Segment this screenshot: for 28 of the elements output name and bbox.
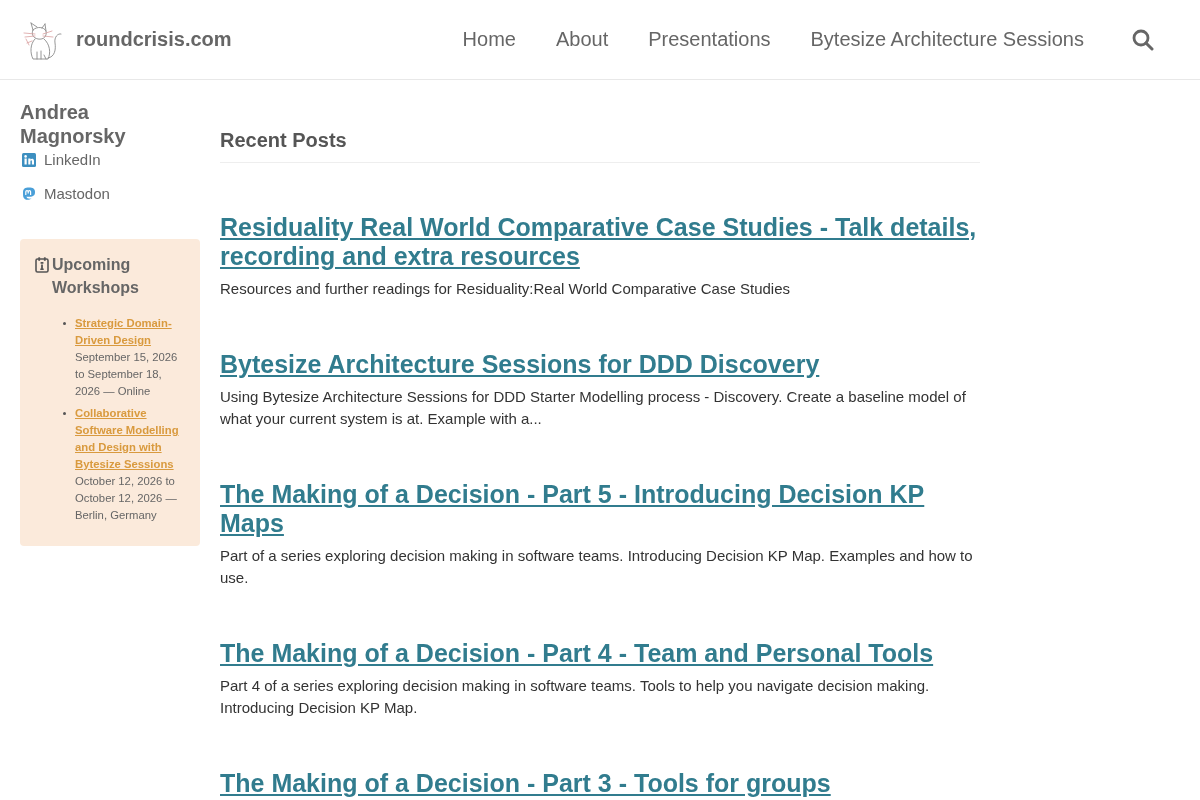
bullet-icon bbox=[63, 412, 66, 415]
post-summary: Part of a series exploring decision making in software teams. Introducing Decision KP Map. Examples and how to use. bbox=[220, 546, 974, 588]
nav-link[interactable]: Bytesize Architecture Sessions bbox=[810, 28, 1084, 51]
post-summary: Using Bytesize Architecture Sessions for DDD Starter Modelling process - Discovery. Create a baseline model of what your current system is at. Example with a... bbox=[220, 387, 967, 429]
workshops-heading: Upcoming Workshops bbox=[52, 255, 140, 298]
social-link[interactable]: Mastodon bbox=[20, 183, 110, 205]
linkedin-icon bbox=[22, 153, 36, 167]
search-icon bbox=[1132, 28, 1154, 51]
post-title-link[interactable]: Residuality Real World Comparative Case Studies - Talk details, recording and extra resources bbox=[220, 213, 980, 271]
post-title-link[interactable]: The Making of a Decision - Part 3 - Tools for groups bbox=[220, 769, 831, 798]
post-title-link[interactable]: Bytesize Architecture Sessions for DDD Discovery bbox=[220, 350, 820, 379]
nav-link[interactable]: Presentations bbox=[648, 28, 771, 51]
nav-link[interactable]: Home bbox=[462, 28, 516, 51]
notepad-icon bbox=[35, 257, 49, 273]
nav-link[interactable]: About bbox=[555, 28, 609, 51]
bullet-icon bbox=[63, 322, 66, 325]
workshop-details: October 12, 2026 to October 12, 2026 — Berlin, Germany bbox=[75, 474, 178, 523]
post-summary: Part 4 of a series exploring decision making in software teams. Tools to help you navigate decision making. Introducing Decision KP Map. bbox=[220, 676, 931, 718]
author-name: Andrea Magnorsky bbox=[20, 100, 127, 148]
post-summary: Resources and further readings for Residuality:Real World Comparative Case Studies bbox=[220, 279, 791, 299]
workshop-details: September 15, 2026 to September 18, 2026 — Online bbox=[75, 350, 179, 399]
section-heading: Recent Posts bbox=[220, 128, 980, 163]
mastodon-icon bbox=[22, 187, 36, 201]
social-link[interactable]: LinkedIn bbox=[20, 149, 101, 171]
search-button[interactable] bbox=[1132, 28, 1154, 51]
post-title-link[interactable]: The Making of a Decision - Part 4 - Team and Personal Tools bbox=[220, 639, 934, 668]
site-logo-link[interactable]: roundcrisis.com bbox=[22, 18, 232, 61]
post-title-link[interactable]: The Making of a Decision - Part 5 - Introducing Decision KP Maps bbox=[220, 480, 980, 538]
